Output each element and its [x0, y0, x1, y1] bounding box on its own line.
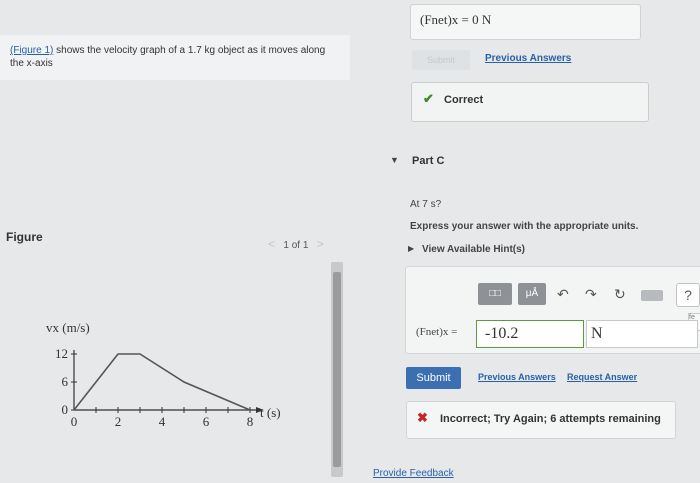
- pager-text: 1 of 1: [283, 240, 309, 251]
- x-tick-label: 0: [71, 414, 78, 429]
- problem-text: shows the velocity graph of a 1.7 kg obj…: [10, 45, 326, 69]
- x-tick-label: 6: [203, 414, 210, 429]
- velocity-series-line: [73, 353, 251, 411]
- check-icon: ✔: [423, 91, 434, 106]
- reset-icon[interactable]: ↻: [614, 286, 626, 303]
- previous-answer-text: (Fnet)x = 0 N: [420, 12, 492, 27]
- y-axis-label: vx (m/s): [46, 320, 90, 335]
- x-tick-label: 8: [247, 414, 254, 429]
- x-icon: ✖: [417, 410, 428, 425]
- previous-answers-link[interactable]: Previous Answers: [485, 53, 571, 64]
- units-button[interactable]: μÅ: [518, 283, 546, 305]
- templates-button[interactable]: □□: [478, 283, 512, 305]
- help-icon[interactable]: ?: [676, 283, 700, 307]
- question-text: At 7 s?: [410, 199, 442, 210]
- chart-ticks: 0 2 4 6 8 0 6 12: [55, 346, 253, 429]
- part-title[interactable]: Part C: [412, 155, 444, 167]
- unit-input[interactable]: N: [586, 320, 698, 348]
- incorrect-feedback-text: Incorrect; Try Again; 6 attempts remaini…: [440, 413, 661, 425]
- next-figure-button[interactable]: >: [317, 237, 324, 251]
- submit-button-disabled[interactable]: Submit: [412, 50, 470, 70]
- figure-link[interactable]: (Figure 1): [10, 45, 53, 56]
- instructions-text: Express your answer with the appropriate…: [410, 221, 639, 232]
- x-tick-label: 4: [159, 414, 166, 429]
- undo-icon[interactable]: ↶: [557, 286, 569, 303]
- value-input[interactable]: -10.2: [476, 320, 584, 348]
- caret-right-icon[interactable]: ▶: [408, 244, 414, 253]
- figure-pager: < 1 of 1 >: [268, 237, 324, 251]
- problem-statement: (Figure 1) shows the velocity graph of a…: [10, 44, 340, 70]
- y-tick-label: 0: [62, 402, 69, 417]
- caret-down-icon[interactable]: ▼: [390, 155, 399, 165]
- view-hints-link[interactable]: View Available Hint(s): [422, 244, 525, 255]
- prev-figure-button[interactable]: <: [268, 237, 275, 251]
- previous-answers-link-c[interactable]: Previous Answers: [478, 372, 556, 382]
- request-answer-link[interactable]: Request Answer: [567, 372, 637, 382]
- y-tick-label: 12: [55, 346, 68, 361]
- correct-feedback-text: Correct: [444, 94, 484, 106]
- keyboard-icon[interactable]: [641, 290, 663, 301]
- submit-button[interactable]: Submit: [406, 367, 461, 389]
- provide-feedback-link[interactable]: Provide Feedback: [373, 468, 454, 479]
- chart-series: [73, 353, 251, 411]
- y-tick-label: 6: [62, 374, 69, 389]
- x-axis-label: t (s): [260, 405, 281, 420]
- figure-scrollbar[interactable]: [331, 262, 343, 477]
- velocity-chart: 0 2 4 6 8 0 6 12 vx (m/s) t (s): [46, 320, 281, 429]
- equation-label: (Fnet)x =: [416, 326, 458, 338]
- figure-title: Figure: [6, 230, 43, 244]
- redo-icon[interactable]: ↷: [585, 286, 597, 303]
- scrollbar-thumb[interactable]: [333, 272, 341, 467]
- x-tick-label: 2: [115, 414, 122, 429]
